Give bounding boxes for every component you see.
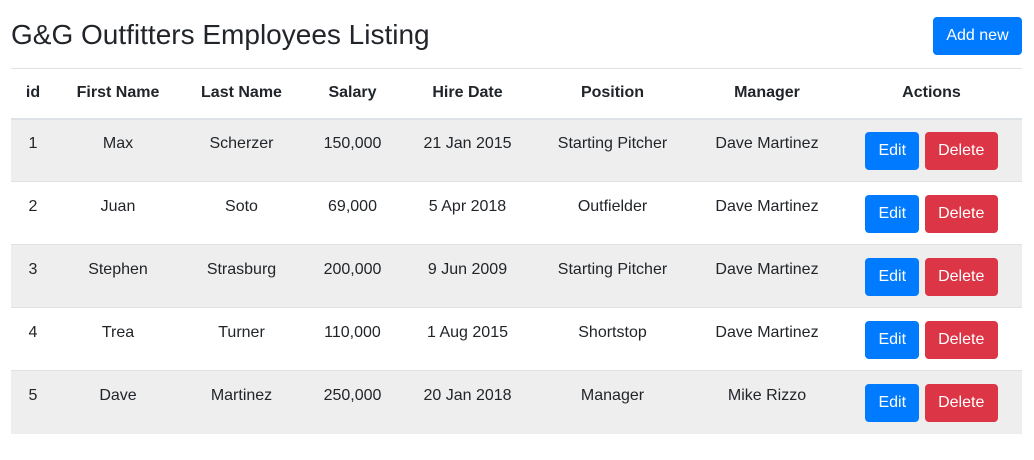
cell-last-name: Turner [181, 307, 302, 371]
cell-position: Starting Pitcher [532, 118, 693, 182]
cell-first-name: Juan [55, 181, 181, 245]
table-row: 1 Max Scherzer 150,000 21 Jan 2015 Start… [11, 118, 1022, 182]
cell-id: 4 [11, 307, 55, 371]
cell-actions: Edit Delete [841, 244, 1022, 308]
table-header: id First Name Last Name Salary Hire Date… [11, 68, 1022, 120]
edit-button[interactable]: Edit [865, 383, 920, 422]
cell-position: Starting Pitcher [532, 244, 693, 308]
column-header-position: Position [532, 68, 693, 120]
column-header-first-name: First Name [55, 68, 181, 120]
delete-button[interactable]: Delete [924, 194, 998, 233]
cell-actions: Edit Delete [841, 181, 1022, 245]
column-header-actions: Actions [841, 68, 1022, 120]
column-header-manager: Manager [693, 68, 841, 120]
table-row: 5 Dave Martinez 250,000 20 Jan 2018 Mana… [11, 370, 1022, 434]
delete-button[interactable]: Delete [924, 383, 998, 422]
cell-hire-date: 1 Aug 2015 [403, 307, 532, 371]
cell-first-name: Trea [55, 307, 181, 371]
cell-salary: 150,000 [302, 118, 403, 182]
column-header-last-name: Last Name [181, 68, 302, 120]
cell-last-name: Scherzer [181, 118, 302, 182]
delete-button[interactable]: Delete [924, 320, 998, 359]
cell-salary: 69,000 [302, 181, 403, 245]
page-title: G&G Outfitters Employees Listing [11, 19, 430, 50]
edit-button[interactable]: Edit [865, 257, 920, 296]
delete-button[interactable]: Delete [924, 131, 998, 170]
cell-manager: Dave Martinez [693, 307, 841, 371]
cell-salary: 110,000 [302, 307, 403, 371]
edit-button[interactable]: Edit [865, 194, 920, 233]
table-body: 1 Max Scherzer 150,000 21 Jan 2015 Start… [11, 118, 1022, 434]
cell-position: Shortstop [532, 307, 693, 371]
table-row: 2 Juan Soto 69,000 5 Apr 2018 Outfielder… [11, 181, 1022, 245]
cell-manager: Dave Martinez [693, 181, 841, 245]
cell-actions: Edit Delete [841, 118, 1022, 182]
cell-id: 3 [11, 244, 55, 308]
add-new-button[interactable]: Add new [933, 17, 1022, 55]
table-row: 3 Stephen Strasburg 200,000 9 Jun 2009 S… [11, 244, 1022, 308]
cell-first-name: Stephen [55, 244, 181, 308]
column-header-hire-date: Hire Date [403, 68, 532, 120]
cell-hire-date: 5 Apr 2018 [403, 181, 532, 245]
cell-last-name: Martinez [181, 370, 302, 434]
cell-actions: Edit Delete [841, 370, 1022, 434]
cell-manager: Dave Martinez [693, 244, 841, 308]
cell-last-name: Strasburg [181, 244, 302, 308]
cell-hire-date: 9 Jun 2009 [403, 244, 532, 308]
page-header: G&G Outfitters Employees Listing Add new [11, 16, 1022, 56]
table-row: 4 Trea Turner 110,000 1 Aug 2015 Shortst… [11, 307, 1022, 371]
cell-actions: Edit Delete [841, 307, 1022, 371]
employees-table-container: id First Name Last Name Salary Hire Date… [11, 68, 1022, 434]
cell-id: 5 [11, 370, 55, 434]
edit-button[interactable]: Edit [865, 131, 920, 170]
cell-hire-date: 20 Jan 2018 [403, 370, 532, 434]
cell-salary: 250,000 [302, 370, 403, 434]
cell-first-name: Max [55, 118, 181, 182]
cell-first-name: Dave [55, 370, 181, 434]
table-header-row: id First Name Last Name Salary Hire Date… [11, 68, 1022, 120]
cell-position: Outfielder [532, 181, 693, 245]
cell-last-name: Soto [181, 181, 302, 245]
delete-button[interactable]: Delete [924, 257, 998, 296]
cell-manager: Dave Martinez [693, 118, 841, 182]
cell-hire-date: 21 Jan 2015 [403, 118, 532, 182]
column-header-salary: Salary [302, 68, 403, 120]
employees-table: id First Name Last Name Salary Hire Date… [11, 68, 1022, 434]
cell-salary: 200,000 [302, 244, 403, 308]
edit-button[interactable]: Edit [865, 320, 920, 359]
column-header-id: id [11, 68, 55, 120]
cell-id: 2 [11, 181, 55, 245]
cell-position: Manager [532, 370, 693, 434]
cell-id: 1 [11, 118, 55, 182]
cell-manager: Mike Rizzo [693, 370, 841, 434]
